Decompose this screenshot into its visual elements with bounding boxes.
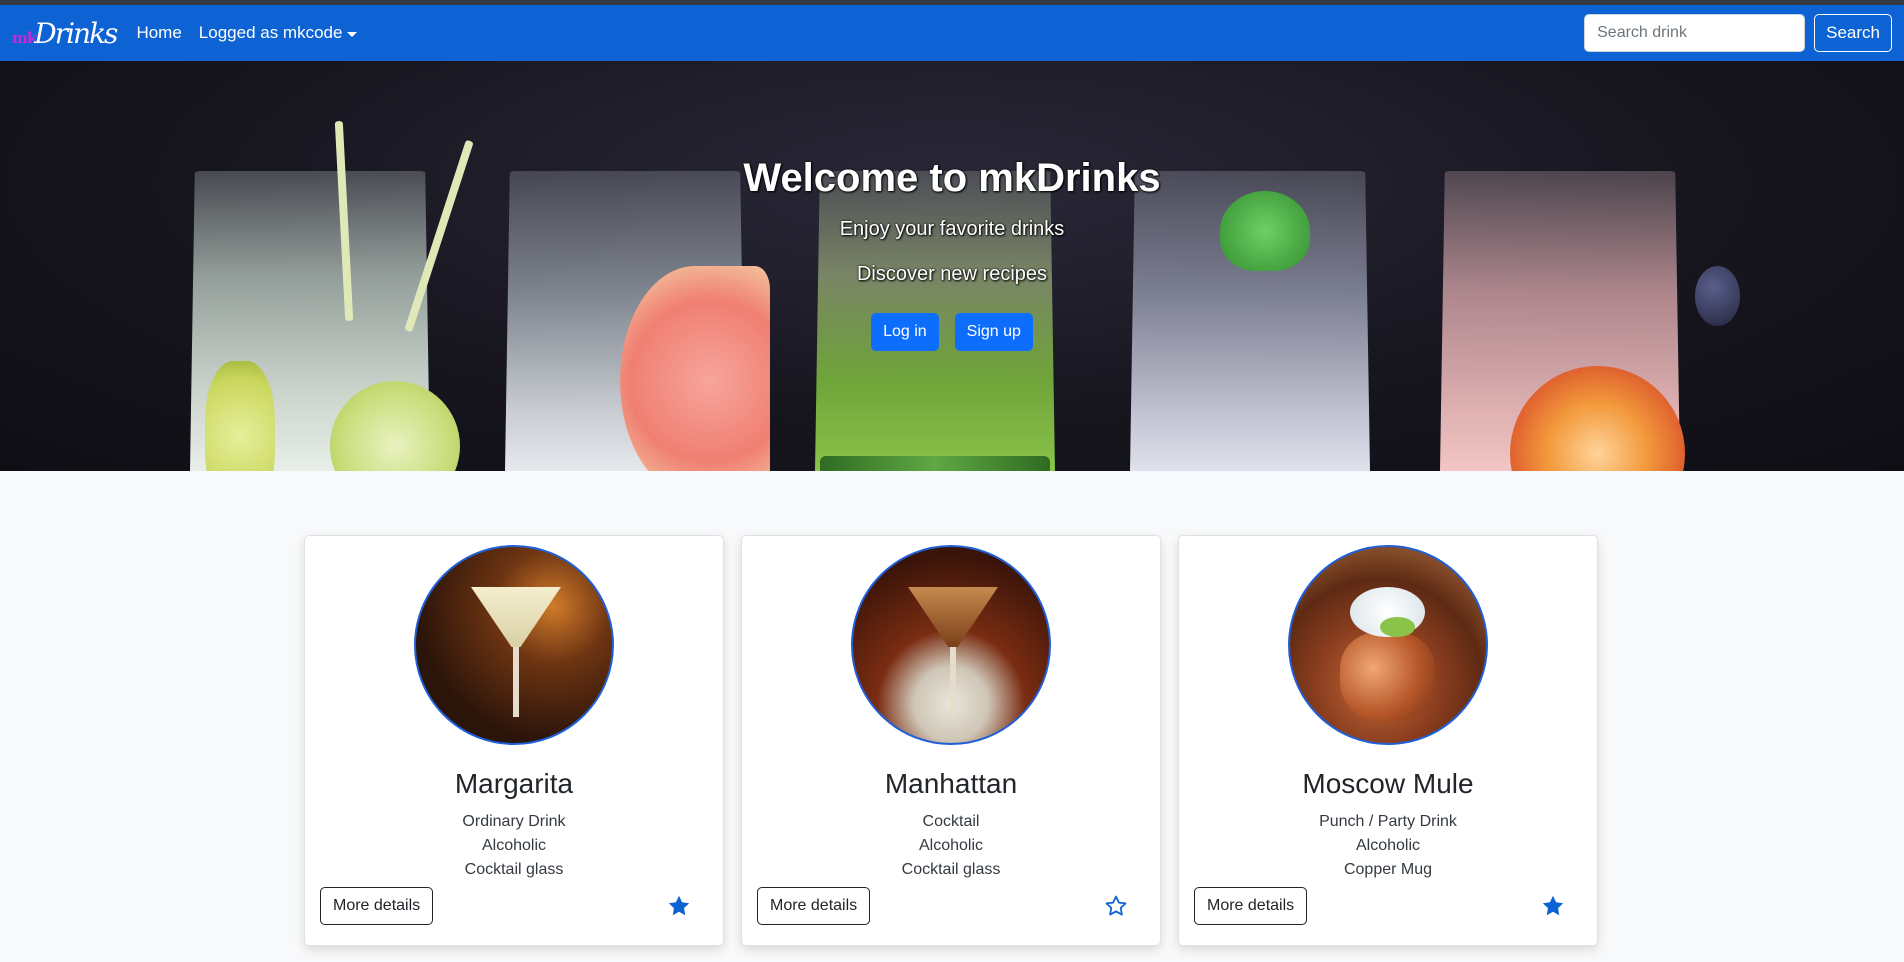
star-filled-icon[interactable] [1541,894,1565,918]
drink-card: Moscow Mule Punch / Party Drink Alcoholi… [1178,535,1598,946]
hero-actions: Log in Sign up [0,313,1904,351]
hero-subtitle: Discover new recipes [856,263,1048,285]
drink-name: Moscow Mule [1302,768,1474,799]
star-filled-icon[interactable] [667,894,691,918]
star-outline-icon[interactable] [1104,894,1128,918]
search-form: Search [1584,14,1892,52]
hero-image-lime [205,361,275,471]
hero-image-cucumber [820,456,1050,471]
drink-category: Cocktail [922,813,980,830]
drink-glass: Cocktail glass [901,861,1001,878]
signup-button[interactable]: Sign up [954,313,1033,351]
search-button[interactable]: Search [1814,14,1892,52]
drink-card: Margarita Ordinary Drink Alcoholic Cockt… [304,535,724,946]
drink-thumbnail [1288,545,1488,745]
drink-alcoholic: Alcoholic [918,837,984,854]
more-details-button[interactable]: More details [320,887,434,925]
brand-prefix: mk [12,28,37,47]
nav-home-link[interactable]: Home [136,23,181,43]
brand-logo[interactable]: mk Drinks [12,16,118,50]
drink-name: Manhattan [884,768,1018,799]
user-menu-label: Logged as mkcode [198,23,343,42]
brand-suffix: Drinks [34,16,118,50]
drink-card: Manhattan Cocktail Alcoholic Cocktail gl… [741,535,1161,946]
drink-category: Punch / Party Drink [1319,813,1457,830]
more-details-button[interactable]: More details [1194,887,1308,925]
hero-banner: Welcome to mkDrinks Enjoy your favorite … [0,61,1904,471]
search-input[interactable] [1584,14,1806,52]
hero-image-grapefruit [620,266,770,471]
drink-category: Ordinary Drink [462,813,566,830]
more-details-button[interactable]: More details [757,887,871,925]
drink-name: Margarita [454,768,574,799]
navbar: mk Drinks Home Logged as mkcode Search [0,5,1904,61]
user-menu-dropdown[interactable]: Logged as mkcode [199,23,358,43]
login-button[interactable]: Log in [871,313,939,351]
hero-subtitle: Enjoy your favorite drinks [839,218,1065,240]
hero-title: Welcome to mkDrinks [743,156,1161,200]
drink-thumbnail [851,545,1051,745]
drink-alcoholic: Alcoholic [481,837,547,854]
drink-card-list: Margarita Ordinary Drink Alcoholic Cockt… [304,535,1598,946]
drink-glass: Cocktail glass [464,861,564,878]
drink-glass: Copper Mug [1343,861,1433,878]
drink-thumbnail [414,545,614,745]
chevron-down-icon [347,31,358,37]
drink-alcoholic: Alcoholic [1355,837,1421,854]
